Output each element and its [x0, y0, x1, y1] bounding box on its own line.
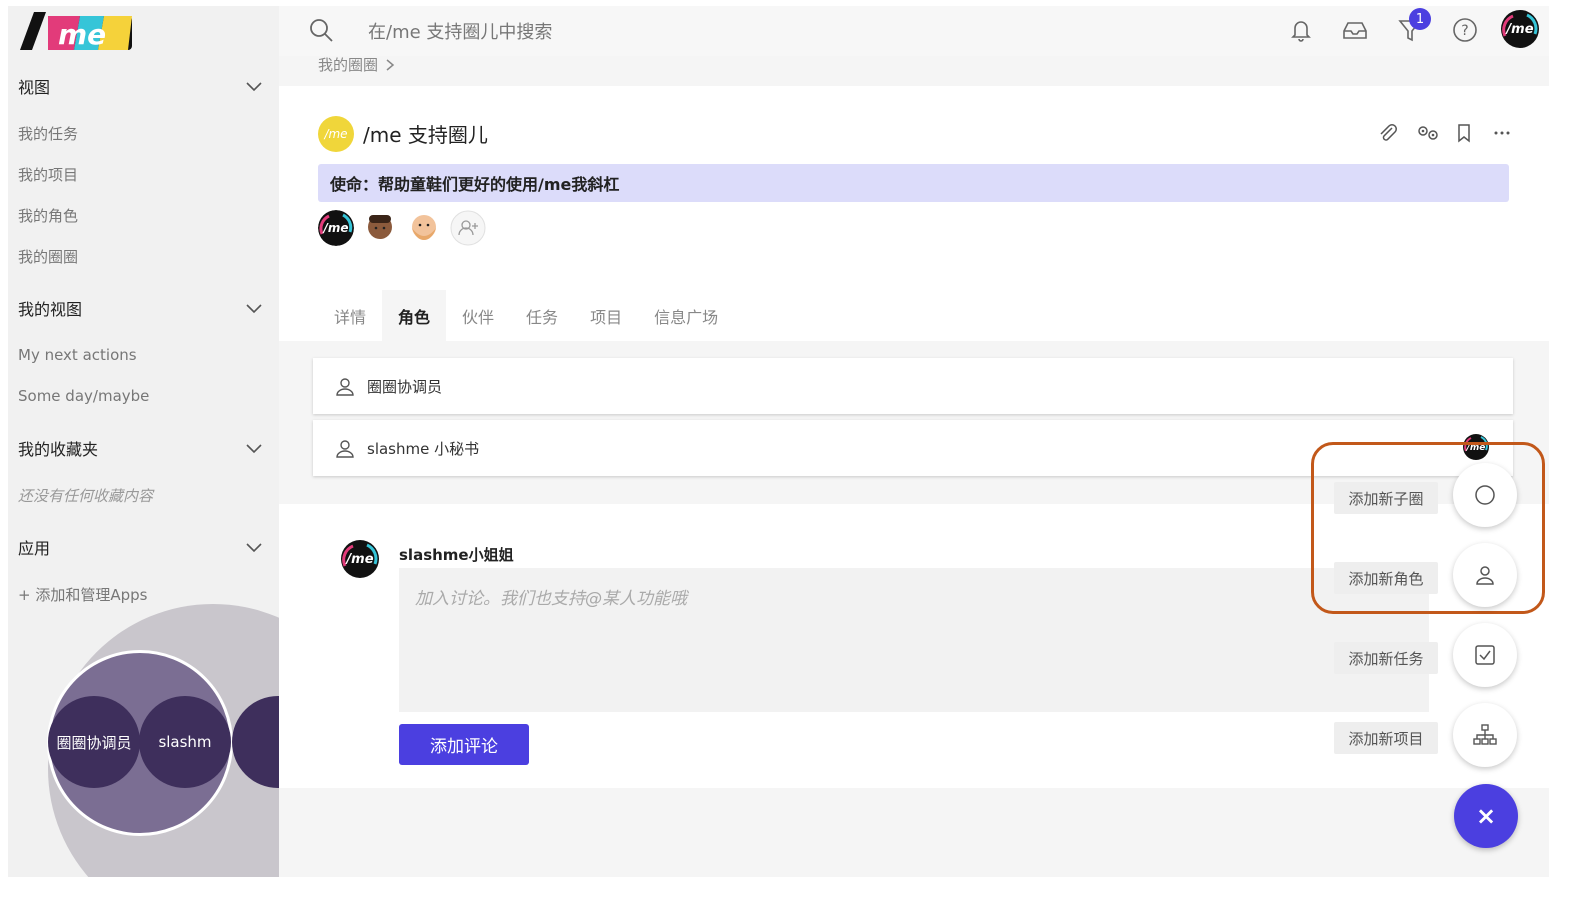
sidebar-section-views[interactable]: 视图: [18, 74, 263, 98]
bookmark-icon[interactable]: [1453, 122, 1475, 144]
svg-text:/me: /me: [344, 552, 373, 567]
comment-textarea[interactable]: 加入讨论。我们也支持@某人功能哦: [399, 568, 1429, 712]
add-role-label[interactable]: 添加新角色: [1334, 562, 1438, 594]
svg-text:/me: /me: [321, 221, 348, 235]
add-role-button[interactable]: [1453, 543, 1517, 607]
search-icon[interactable]: [308, 17, 334, 43]
add-comment-button[interactable]: 添加评论: [399, 724, 529, 765]
person-icon: [336, 378, 354, 396]
close-fab-button[interactable]: ×: [1454, 784, 1518, 848]
chevron-down-icon[interactable]: [245, 538, 263, 556]
svg-text:?: ?: [1461, 23, 1468, 39]
circle-header-panel: /me /me 支持圈儿 使命：帮助童鞋们更好的使用/me我斜杠 /me 详情 …: [279, 86, 1549, 341]
sidebar-section-label: 我的收藏夹: [18, 440, 99, 459]
tab-info-square[interactable]: 信息广场: [638, 290, 734, 341]
sidebar-item-my-tasks[interactable]: 我的任务: [18, 123, 78, 144]
chevron-down-icon[interactable]: [245, 299, 263, 317]
sidebar-section-label: 我的视图: [18, 300, 83, 319]
tab-roles[interactable]: 角色: [382, 290, 447, 341]
sidebar-item-someday[interactable]: Some day/maybe: [18, 387, 149, 405]
slashme-logo: me: [20, 12, 132, 51]
chevron-down-icon[interactable]: [245, 77, 263, 95]
hierarchy-icon: [1473, 724, 1497, 745]
more-icon[interactable]: [1491, 122, 1513, 144]
add-sub-circle-label[interactable]: 添加新子圈: [1334, 482, 1438, 514]
page-title: /me 支持圈儿: [363, 123, 488, 147]
svg-text:me: me: [58, 18, 106, 51]
sidebar-section-my-views[interactable]: 我的视图: [18, 296, 263, 320]
notification-badge: 1: [1409, 8, 1431, 30]
tab-details[interactable]: 详情: [318, 290, 382, 341]
favorites-empty-text: 还没有任何收藏内容: [18, 487, 154, 505]
header-actions: [1377, 122, 1513, 144]
sidebar-item-my-roles[interactable]: 我的角色: [18, 205, 78, 226]
bell-icon[interactable]: [1287, 16, 1315, 44]
checkbox-icon: [1475, 645, 1495, 665]
circle-logo: /me: [318, 116, 354, 152]
tab-partners[interactable]: 伙伴: [446, 290, 510, 341]
sidebar-section-apps[interactable]: 应用: [18, 535, 263, 559]
chevron-right-icon: [386, 58, 395, 71]
svg-text:/me: /me: [1504, 22, 1533, 37]
commenter-avatar: /me: [341, 540, 379, 578]
person-icon: [1476, 566, 1494, 585]
tab-bar: 详情 角色 伙伴 任务 项目 信息广场: [318, 290, 734, 341]
settings-icon[interactable]: [1415, 122, 1438, 144]
bubble-role-coordinator[interactable]: 圈圈协调员: [48, 696, 140, 788]
add-project-label[interactable]: 添加新项目: [1334, 722, 1438, 754]
add-sub-circle-button[interactable]: [1453, 463, 1517, 527]
commenter-name: slashme小姐姐: [399, 546, 514, 564]
sidebar-section-label: 视图: [18, 78, 51, 97]
add-member-icon[interactable]: [450, 210, 486, 246]
tab-projects[interactable]: 项目: [574, 290, 638, 341]
sidebar-item-my-projects[interactable]: 我的项目: [18, 164, 78, 185]
circle-mission: 使命：帮助童鞋们更好的使用/me我斜杠: [318, 164, 1509, 202]
chevron-down-icon[interactable]: [245, 439, 263, 457]
role-name: 圈圈协调员: [367, 377, 443, 396]
tab-tasks[interactable]: 任务: [510, 290, 574, 341]
person-icon: [336, 440, 354, 458]
breadcrumb: 我的圈圈: [318, 54, 396, 75]
search-input[interactable]: 在/me 支持圈儿中搜索: [368, 18, 552, 44]
sidebar-item-my-circles[interactable]: 我的圈圈: [18, 246, 78, 267]
member-list: /me: [318, 210, 486, 246]
sidebar: me 视图 我的任务 我的项目 我的角色 我的圈圈 我的视图 My next a…: [8, 6, 279, 877]
user-avatar[interactable]: /me: [1501, 10, 1539, 48]
breadcrumb-item[interactable]: 我的圈圈: [318, 54, 378, 75]
sidebar-section-label: 应用: [18, 539, 51, 558]
app-window: me 视图 我的任务 我的项目 我的角色 我的圈圈 我的视图 My next a…: [0, 0, 1589, 897]
member-avatar[interactable]: [362, 210, 398, 246]
role-name: slashme 小秘书: [367, 439, 480, 458]
role-row[interactable]: 圈圈协调员: [313, 358, 1513, 414]
page-frame: me 视图 我的任务 我的项目 我的角色 我的圈圈 我的视图 My next a…: [8, 6, 1549, 877]
sidebar-section-favorites[interactable]: 我的收藏夹: [18, 436, 263, 460]
add-manage-apps-link[interactable]: + 添加和管理Apps: [18, 584, 147, 605]
circle-icon: [1475, 485, 1495, 505]
member-avatar[interactable]: /me: [318, 210, 354, 246]
sidebar-item-next-actions[interactable]: My next actions: [18, 346, 137, 364]
top-bar: 在/me 支持圈儿中搜索 1 ? /me: [279, 6, 1549, 56]
attachment-icon[interactable]: [1377, 122, 1399, 144]
add-task-button[interactable]: [1453, 623, 1517, 687]
member-avatar[interactable]: [406, 210, 442, 246]
inbox-icon[interactable]: [1341, 16, 1369, 44]
add-project-button[interactable]: [1453, 703, 1517, 767]
add-task-label[interactable]: 添加新任务: [1334, 642, 1438, 674]
bubble-role-slashme[interactable]: slashm: [139, 696, 231, 788]
help-icon[interactable]: ?: [1451, 16, 1479, 44]
